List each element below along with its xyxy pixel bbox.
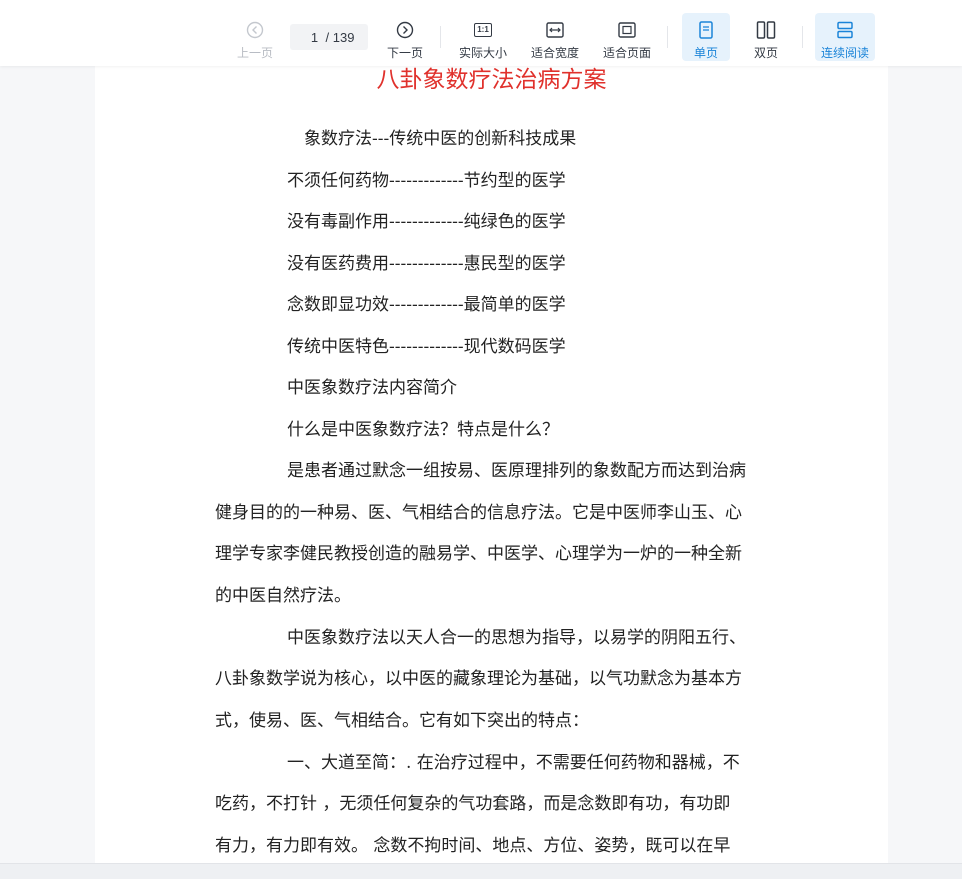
toolbar-divider xyxy=(667,26,668,48)
continuous-reading-icon xyxy=(834,19,856,41)
page-indicator: / 139 xyxy=(290,24,368,50)
prev-page-button[interactable]: 上一页 xyxy=(235,13,275,61)
single-page-icon xyxy=(695,19,717,41)
doc-line: 没有毒副作用-------------纯绿色的医学 xyxy=(287,212,566,232)
actual-size-icon: 1:1 xyxy=(472,19,494,41)
next-page-label: 下一页 xyxy=(386,46,423,60)
double-page-icon xyxy=(755,19,777,41)
continuous-reading-label: 连续阅读 xyxy=(820,46,869,60)
actual-size-label: 实际大小 xyxy=(458,46,507,60)
double-page-label: 双页 xyxy=(753,46,778,60)
toolbar-divider xyxy=(802,26,803,48)
single-page-label: 单页 xyxy=(693,46,718,60)
toolbar-divider xyxy=(440,26,441,48)
doc-line: 什么是中医象数疗法？特点是什么？ xyxy=(287,420,559,440)
fit-page-icon xyxy=(616,19,638,41)
doc-line: 式，使易、医、气相结合。它有如下突出的特点： xyxy=(215,711,589,731)
doc-line: 八卦象数学说为核心，以中医的藏象理论为基础，以气功默念为基本方 xyxy=(215,669,742,689)
doc-line: 象数疗法---传统中医的创新科技成果 xyxy=(304,129,577,149)
doc-line: 有力，有力即有效。 念数不拘时间、地点、方位、姿势，既可以在早 xyxy=(215,836,731,856)
single-page-button[interactable]: 单页 xyxy=(682,13,730,61)
fit-page-button[interactable]: 适合页面 xyxy=(602,13,652,61)
double-page-button[interactable]: 双页 xyxy=(743,13,789,61)
reader-toolbar: 上一页 / 139 下一页 1:1 实际大小 适合宽度 适合页面 单页 xyxy=(0,0,962,66)
actual-size-button[interactable]: 1:1 实际大小 xyxy=(458,13,508,61)
total-pages: / 139 xyxy=(325,29,355,45)
doc-line: 的中医自然疗法。 xyxy=(215,586,351,606)
continuous-reading-button[interactable]: 连续阅读 xyxy=(815,13,875,61)
actual-size-icon-text: 1:1 xyxy=(474,23,492,37)
document-page: 八卦象数疗法治病方案 象数疗法---传统中医的创新科技成果 不须任何药物----… xyxy=(95,66,888,863)
fit-width-icon xyxy=(544,19,566,41)
arrow-right-circle-icon xyxy=(394,19,416,41)
doc-line: 念数即显功效-------------最简单的医学 xyxy=(287,295,566,315)
doc-line: 传统中医特色-------------现代数码医学 xyxy=(287,337,566,357)
doc-line: 理学专家李健民教授创造的融易学、中医学、心理学为一炉的一种全新 xyxy=(215,544,742,564)
next-page-button[interactable]: 下一页 xyxy=(385,13,425,61)
document-title: 八卦象数疗法治病方案 xyxy=(376,67,607,93)
doc-line: 是患者通过默念一组按易、医原理排列的象数配方而达到治病 xyxy=(287,461,746,481)
doc-line: 没有医药费用-------------惠民型的医学 xyxy=(287,254,566,274)
prev-page-label: 上一页 xyxy=(236,46,273,60)
doc-line: 不须任何药物-------------节约型的医学 xyxy=(287,171,566,191)
doc-line: 一、大道至简：. 在治疗过程中，不需要任何药物和器械，不 xyxy=(287,753,740,773)
fit-width-button[interactable]: 适合宽度 xyxy=(530,13,580,61)
fit-width-label: 适合宽度 xyxy=(530,46,579,60)
doc-line: 中医象数疗法内容简介 xyxy=(287,378,457,398)
arrow-left-circle-icon xyxy=(244,19,266,41)
doc-line: 中医象数疗法以天人合一的思想为指导，以易学的阴阳五行、 xyxy=(287,628,746,648)
horizontal-scrollbar[interactable] xyxy=(0,863,962,879)
fit-page-label: 适合页面 xyxy=(602,46,651,60)
doc-line: 吃药，不打针 ，无须任何复杂的气功套路，而是念数即有功，有功即 xyxy=(215,794,731,814)
page-number-input[interactable] xyxy=(303,29,326,45)
doc-line: 健身目的的一种易、医、气相结合的信息疗法。它是中医师李山玉、心 xyxy=(215,503,742,523)
